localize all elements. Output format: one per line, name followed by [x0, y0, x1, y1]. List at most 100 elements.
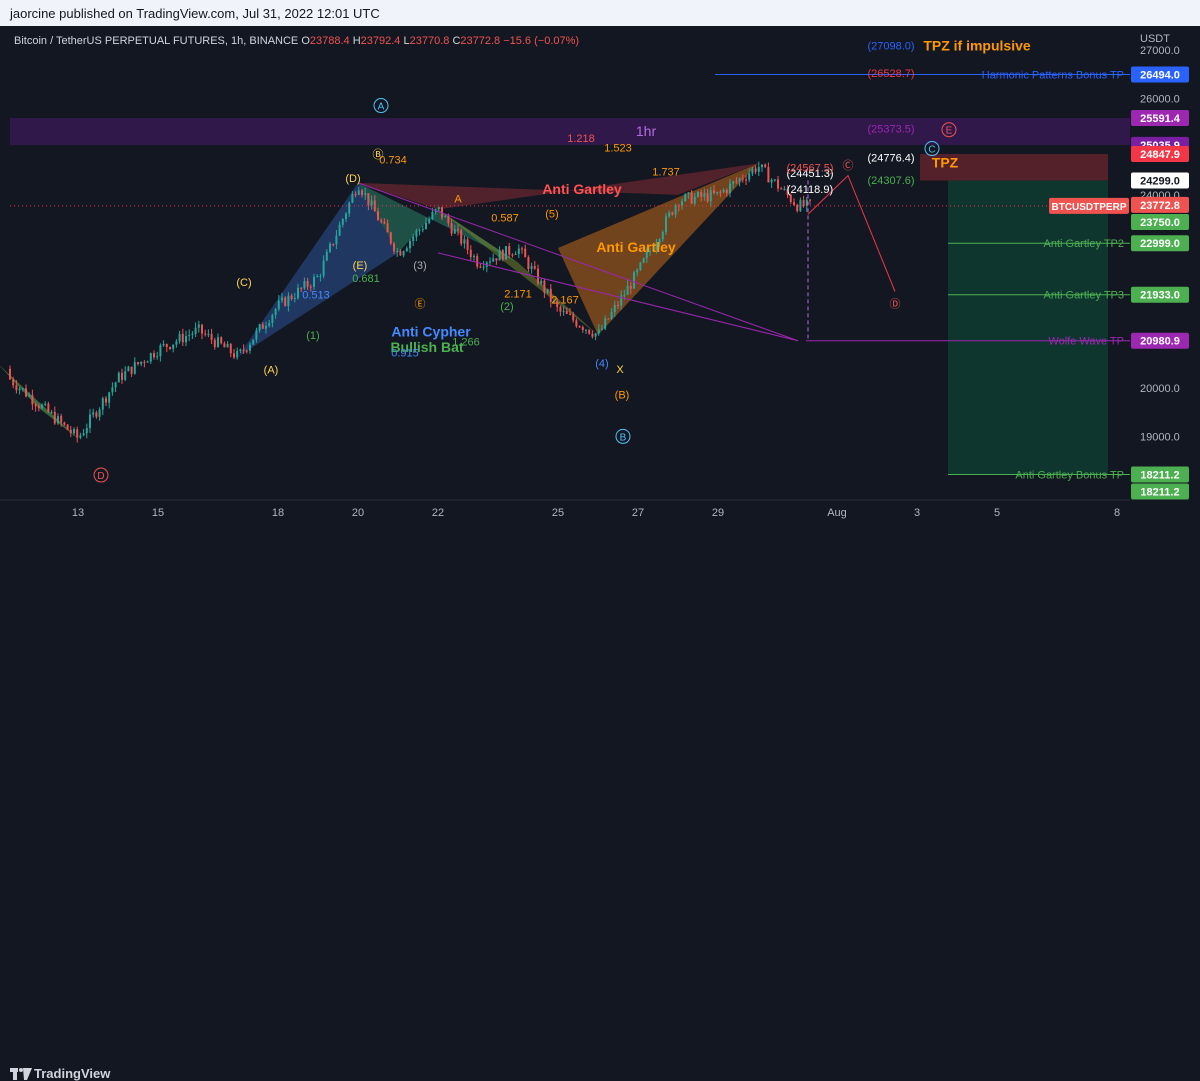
candle-body: [386, 223, 389, 233]
candle-body: [95, 412, 98, 417]
price-chart[interactable]: 1hr Harmonic Patterns Bonus TP Anti Gartle…: [0, 26, 1200, 530]
candle-body: [204, 333, 207, 335]
x-tick-12: 8: [1114, 507, 1120, 519]
wave-circle-d: D: [97, 471, 104, 482]
candle-body: [79, 435, 82, 438]
candle-body: [514, 254, 517, 256]
candle-body: [57, 416, 59, 424]
candle-body: [348, 202, 351, 214]
candle-body: [265, 325, 267, 329]
candle-body: [165, 344, 168, 347]
candle-body: [524, 248, 527, 258]
candle-body: [210, 333, 213, 340]
candle-body: [585, 329, 587, 331]
candle-body: [735, 181, 738, 183]
candle-body: [191, 333, 194, 335]
candle-body: [770, 179, 773, 183]
candle-body: [98, 409, 101, 417]
candle-body: [85, 428, 88, 434]
candle-body: [533, 266, 536, 269]
candle-body: [37, 406, 40, 409]
candle-body: [668, 212, 671, 217]
wave-circle-b: B: [620, 432, 627, 443]
candle-body: [18, 388, 21, 391]
candle-body: [137, 362, 139, 365]
candle-body: [185, 335, 187, 343]
candle-body: [713, 190, 715, 194]
candle-body: [629, 285, 632, 289]
candle-body: [425, 222, 427, 229]
candle-body: [450, 223, 453, 234]
candle-body: [780, 188, 783, 190]
x-tick-7: 27: [632, 507, 644, 519]
candle-body: [460, 230, 463, 244]
candle-body: [732, 181, 735, 184]
candle-body: [284, 297, 287, 306]
price-badge-text-4: 24847.9: [1140, 149, 1180, 161]
candle-body: [101, 398, 104, 410]
candle-body: [226, 344, 229, 348]
candle-body: [610, 311, 613, 319]
x-tick-9: Aug: [827, 507, 847, 519]
publisher-text: jaorcine published on TradingView.com, J…: [10, 6, 380, 21]
candle-body: [521, 248, 523, 250]
candle-body: [300, 287, 303, 289]
candle-body: [156, 356, 159, 358]
wave-a-label: Ⓔ: [415, 298, 426, 311]
candle-body: [293, 298, 296, 300]
candle-body: [329, 243, 331, 252]
candle-body: [306, 281, 309, 287]
x-tick-11: 5: [994, 507, 1000, 519]
candle-body: [399, 251, 402, 256]
legend-row: Bitcoin / TetherUS PERPETUAL FUTURES, 1h…: [14, 35, 579, 47]
candle-body: [748, 173, 751, 180]
candle-body: [245, 350, 248, 352]
candle-body: [492, 258, 495, 262]
ratio-label-3: 1.737: [652, 167, 680, 179]
wave-1-label: (C): [236, 277, 251, 289]
price-badge-text-2: 25591.4: [1140, 113, 1181, 125]
candle-body: [578, 326, 581, 328]
currency-label: USDT: [1140, 33, 1170, 45]
candle-body: [377, 211, 379, 221]
wave-3-label: (D): [345, 173, 360, 185]
candle-body: [793, 202, 795, 205]
candle-body: [745, 179, 747, 181]
wave-2-label: (A): [264, 365, 279, 377]
candle-body: [124, 371, 127, 380]
candle-body: [489, 261, 491, 263]
candle-body: [437, 207, 440, 210]
price-line-label-4: Wolfe Wave TP: [1048, 336, 1124, 348]
publish-header: jaorcine published on TradingView.com, J…: [0, 0, 1200, 26]
fib-level-4: (24776.4): [867, 152, 914, 164]
candle-body: [393, 243, 395, 252]
legend-h-label: H: [353, 35, 361, 47]
legend-c-label: C: [452, 35, 460, 47]
candle-body: [681, 201, 683, 206]
legend-high: 23792.4: [361, 35, 404, 47]
candle-body: [357, 190, 360, 195]
candle-body: [565, 311, 568, 314]
candle-body: [73, 429, 75, 434]
candle-body: [764, 164, 767, 168]
candle-body: [473, 256, 475, 258]
candle-body: [761, 164, 763, 168]
candle-body: [562, 311, 565, 313]
candle-body: [258, 324, 261, 331]
candle-body: [63, 422, 66, 425]
candle-body: [351, 193, 354, 203]
candle-body: [9, 368, 11, 380]
candle-body: [540, 280, 543, 284]
candle-body: [687, 192, 690, 195]
candle-body: [25, 388, 27, 397]
x-tick-6: 25: [552, 507, 564, 519]
candle-body: [783, 188, 786, 190]
candle-body: [754, 168, 757, 172]
one-hour-label: 1hr: [636, 123, 657, 139]
candle-body: [47, 403, 50, 413]
target-zone: [948, 180, 1108, 475]
candle-body: [111, 387, 114, 393]
candle-body: [777, 179, 779, 189]
candle-body: [370, 200, 373, 206]
legend-low: 23770.8: [410, 35, 453, 47]
